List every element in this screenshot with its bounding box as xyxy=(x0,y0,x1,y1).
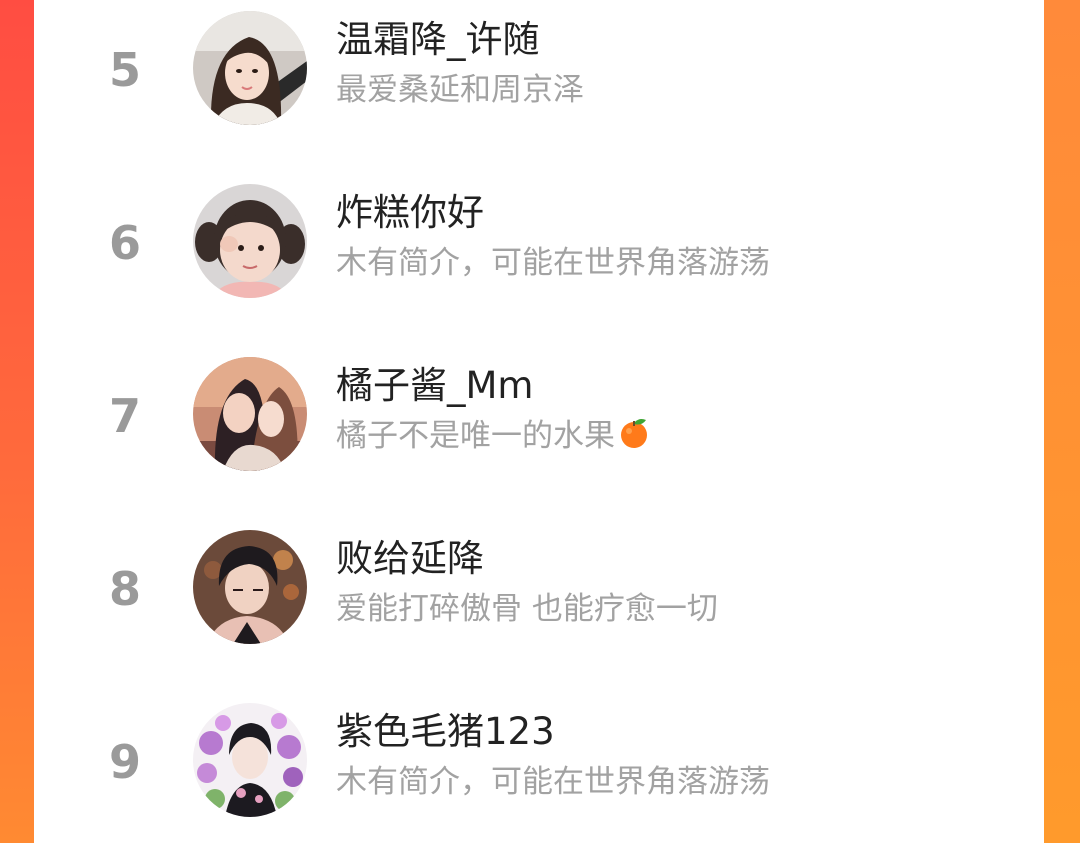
user-name[interactable]: 橘子酱_Mm xyxy=(336,361,533,411)
bio-text: 橘子不是唯一的水果 xyxy=(336,418,615,454)
ranking-list-panel: 5 温霜降_许随 最爱桑延和周京泽 6 炸糕你好 木有简介，可能在世界角落游荡 … xyxy=(34,0,1044,843)
user-bio: 爱能打碎傲骨 也能疗愈一切 xyxy=(336,591,718,627)
avatar-anime-boy-flowers-icon[interactable] xyxy=(193,703,307,817)
avatar-anime-couple-icon[interactable] xyxy=(193,357,307,471)
ranking-row[interactable]: 6 炸糕你好 木有简介，可能在世界角落游荡 xyxy=(34,173,1044,345)
ranking-row[interactable]: 5 温霜降_许随 最爱桑延和周京泽 xyxy=(34,0,1044,172)
user-name[interactable]: 败给延降 xyxy=(336,534,484,584)
rank-number: 8 xyxy=(108,562,141,616)
ranking-row[interactable]: 8 败给延降 爱能打碎傲骨 也能疗愈一切 xyxy=(34,519,1044,691)
rank-number: 9 xyxy=(108,735,141,789)
user-bio: 木有简介，可能在世界角落游荡 xyxy=(336,245,770,281)
user-name[interactable]: 紫色毛猪123 xyxy=(336,707,555,757)
tangerine-icon xyxy=(617,416,651,462)
rank-number: 7 xyxy=(108,389,141,443)
avatar-girl-selfie-icon[interactable] xyxy=(193,11,307,125)
user-bio: 橘子不是唯一的水果 xyxy=(336,414,651,462)
user-name[interactable]: 炸糕你好 xyxy=(336,188,484,238)
background-edge-right xyxy=(1044,0,1080,843)
ranking-row[interactable]: 9 紫色毛猪123 木有简介，可能在世界角落游荡 xyxy=(34,692,1044,843)
avatar-child-icon[interactable] xyxy=(193,184,307,298)
user-bio: 木有简介，可能在世界角落游荡 xyxy=(336,764,770,800)
ranking-row[interactable]: 7 橘子酱_Mm 橘子不是唯一的水果 xyxy=(34,346,1044,518)
avatar-anime-boy-icon[interactable] xyxy=(193,530,307,644)
user-bio: 最爱桑延和周京泽 xyxy=(336,72,584,108)
rank-number: 6 xyxy=(108,216,141,270)
rank-number: 5 xyxy=(108,43,141,97)
user-name[interactable]: 温霜降_许随 xyxy=(336,15,540,65)
